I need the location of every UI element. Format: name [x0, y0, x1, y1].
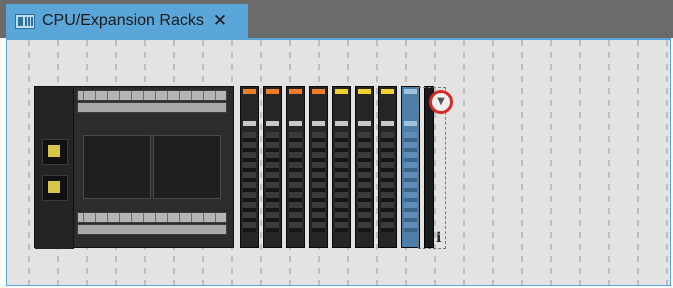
- terminal-block: [77, 90, 227, 101]
- expansion-module[interactable]: [263, 86, 282, 248]
- cpu-cover: [83, 135, 151, 199]
- cpu-port-panel: [35, 87, 74, 249]
- chevron-down-icon: ▼: [437, 96, 445, 107]
- terminal-block: [77, 212, 227, 223]
- expansion-module[interactable]: [355, 86, 374, 248]
- tab-bar: CPU/Expansion Racks ✕: [0, 0, 673, 38]
- expansion-module[interactable]: [309, 86, 328, 248]
- ethernet-port-icon: [42, 175, 68, 201]
- rack-icon: [15, 13, 35, 29]
- rack-canvas[interactable]: ▼ i: [6, 38, 671, 286]
- close-icon[interactable]: ✕: [213, 12, 227, 30]
- expansion-module[interactable]: [332, 86, 351, 248]
- ethernet-port-icon: [42, 139, 68, 165]
- cpu-unit[interactable]: [34, 86, 234, 249]
- expansion-module[interactable]: [378, 86, 397, 248]
- tab-label: CPU/Expansion Racks: [42, 12, 204, 29]
- info-icon[interactable]: i: [436, 230, 441, 246]
- tab-cpu-expansion-racks[interactable]: CPU/Expansion Racks ✕: [6, 4, 248, 38]
- cpu-cover: [153, 135, 221, 199]
- terminal-block: [77, 224, 227, 235]
- add-unit-dropdown-icon[interactable]: ▼: [429, 90, 453, 114]
- terminal-block: [77, 102, 227, 113]
- expansion-module[interactable]: [240, 86, 259, 248]
- expansion-module[interactable]: [286, 86, 305, 248]
